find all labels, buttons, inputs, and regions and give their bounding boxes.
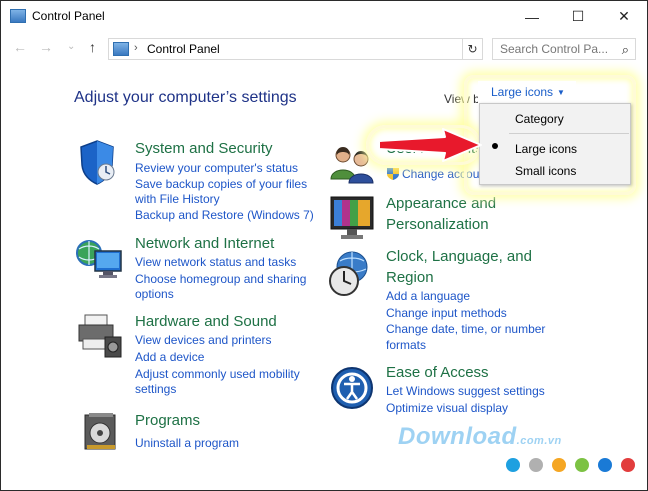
- page-title: Adjust your computer’s settings: [74, 89, 297, 106]
- link-input-methods[interactable]: Change input methods: [386, 306, 507, 321]
- forward-button[interactable]: →: [39, 39, 53, 55]
- refresh-button[interactable]: ↻: [462, 39, 482, 59]
- category-ease-of-access[interactable]: Ease of Access: [386, 364, 489, 381]
- back-button[interactable]: ←: [13, 39, 27, 55]
- watermark-logo: Download.com.vn: [398, 423, 562, 451]
- monitor-icon[interactable]: [329, 195, 375, 246]
- link-add-device[interactable]: Add a device: [135, 350, 204, 365]
- control-panel-window: Control Panel — ☐ ✕ ← → ⌄ ↑ › Control Pa…: [0, 0, 648, 491]
- uac-shield-icon: [386, 167, 400, 186]
- minimize-button[interactable]: —: [510, 1, 554, 32]
- up-button[interactable]: ↑: [89, 39, 96, 55]
- menu-item-large-icons-label: Large icons: [515, 142, 578, 156]
- category-network-and-internet[interactable]: Network and Internet: [135, 235, 274, 252]
- window-title: Control Panel: [32, 9, 105, 23]
- dot-red: [621, 458, 635, 472]
- close-button[interactable]: ✕: [602, 1, 646, 32]
- link-network-status[interactable]: View network status and tasks: [135, 255, 296, 270]
- dot-blue: [598, 458, 612, 472]
- category-appearance[interactable]: Appearance and: [386, 195, 496, 212]
- dot-blue-light: [506, 458, 520, 472]
- link-date-time-formats[interactable]: Change date, time, or number: [386, 322, 545, 337]
- menu-item-category[interactable]: Category: [480, 108, 630, 130]
- control-panel-icon: [113, 42, 129, 56]
- control-panel-icon: [10, 9, 26, 23]
- category-hardware-and-sound[interactable]: Hardware and Sound: [135, 313, 277, 330]
- network-icon[interactable]: [75, 237, 125, 286]
- menu-divider: [509, 133, 629, 134]
- dot-gray: [529, 458, 543, 472]
- category-programs[interactable]: Programs: [135, 412, 200, 429]
- link-file-history[interactable]: with File History: [135, 192, 220, 207]
- programs-icon[interactable]: [81, 409, 121, 458]
- category-region[interactable]: Region: [386, 269, 434, 286]
- search-box[interactable]: ⌕: [492, 38, 636, 60]
- watermark-text: Download: [398, 423, 517, 450]
- link-mobility-settings-cont[interactable]: settings: [135, 382, 176, 397]
- red-arrow-icon: [377, 127, 485, 168]
- link-optimize-display[interactable]: Optimize visual display: [386, 401, 508, 416]
- link-uninstall-program[interactable]: Uninstall a program: [135, 436, 239, 451]
- shield-icon[interactable]: [77, 139, 117, 190]
- maximize-button[interactable]: ☐: [556, 1, 600, 32]
- address-field[interactable]: › Control Panel ↻: [108, 38, 483, 60]
- view-by-dropdown[interactable]: Large icons ▼: [478, 81, 576, 103]
- link-windows-suggest[interactable]: Let Windows suggest settings: [386, 384, 545, 399]
- link-devices-printers[interactable]: View devices and printers: [135, 333, 272, 348]
- breadcrumb-control-panel[interactable]: Control Panel: [147, 42, 220, 56]
- ease-of-access-icon[interactable]: [329, 365, 375, 416]
- category-system-and-security[interactable]: System and Security: [135, 140, 273, 157]
- search-icon[interactable]: ⌕: [622, 42, 629, 58]
- view-by-selected: Large icons: [491, 85, 554, 99]
- printer-icon[interactable]: [75, 311, 125, 364]
- title-bar: Control Panel — ☐ ✕: [1, 1, 647, 32]
- address-bar: ← → ⌄ ↑ › Control Panel ↻ ⌕: [1, 35, 647, 63]
- link-mobility-settings[interactable]: Adjust commonly used mobility: [135, 367, 300, 382]
- link-formats[interactable]: formats: [386, 338, 426, 353]
- menu-item-small-icons[interactable]: Small icons: [480, 160, 630, 182]
- link-homegroup[interactable]: Choose homegroup and sharing: [135, 272, 306, 287]
- selected-bullet-icon: [492, 143, 498, 149]
- category-clock-language[interactable]: Clock, Language, and: [386, 248, 532, 265]
- dot-orange: [552, 458, 566, 472]
- dot-green: [575, 458, 589, 472]
- link-review-status[interactable]: Review your computer's status: [135, 161, 298, 176]
- menu-item-large-icons[interactable]: Large icons: [480, 138, 630, 160]
- breadcrumb-separator: ›: [134, 42, 138, 54]
- link-save-backup[interactable]: Save backup copies of your files: [135, 177, 307, 192]
- watermark-suffix: .com.vn: [516, 435, 562, 447]
- chevron-down-icon: ▼: [557, 88, 565, 98]
- link-backup-restore[interactable]: Backup and Restore (Windows 7): [135, 208, 314, 223]
- link-sharing-options[interactable]: options: [135, 287, 174, 302]
- category-personalization[interactable]: Personalization: [386, 216, 489, 233]
- clock-icon[interactable]: [326, 249, 376, 304]
- view-by-menu: Category Large icons Small icons: [479, 103, 631, 185]
- recent-locations-button[interactable]: ⌄: [67, 41, 75, 52]
- link-add-language[interactable]: Add a language: [386, 289, 470, 304]
- search-input[interactable]: [493, 39, 611, 59]
